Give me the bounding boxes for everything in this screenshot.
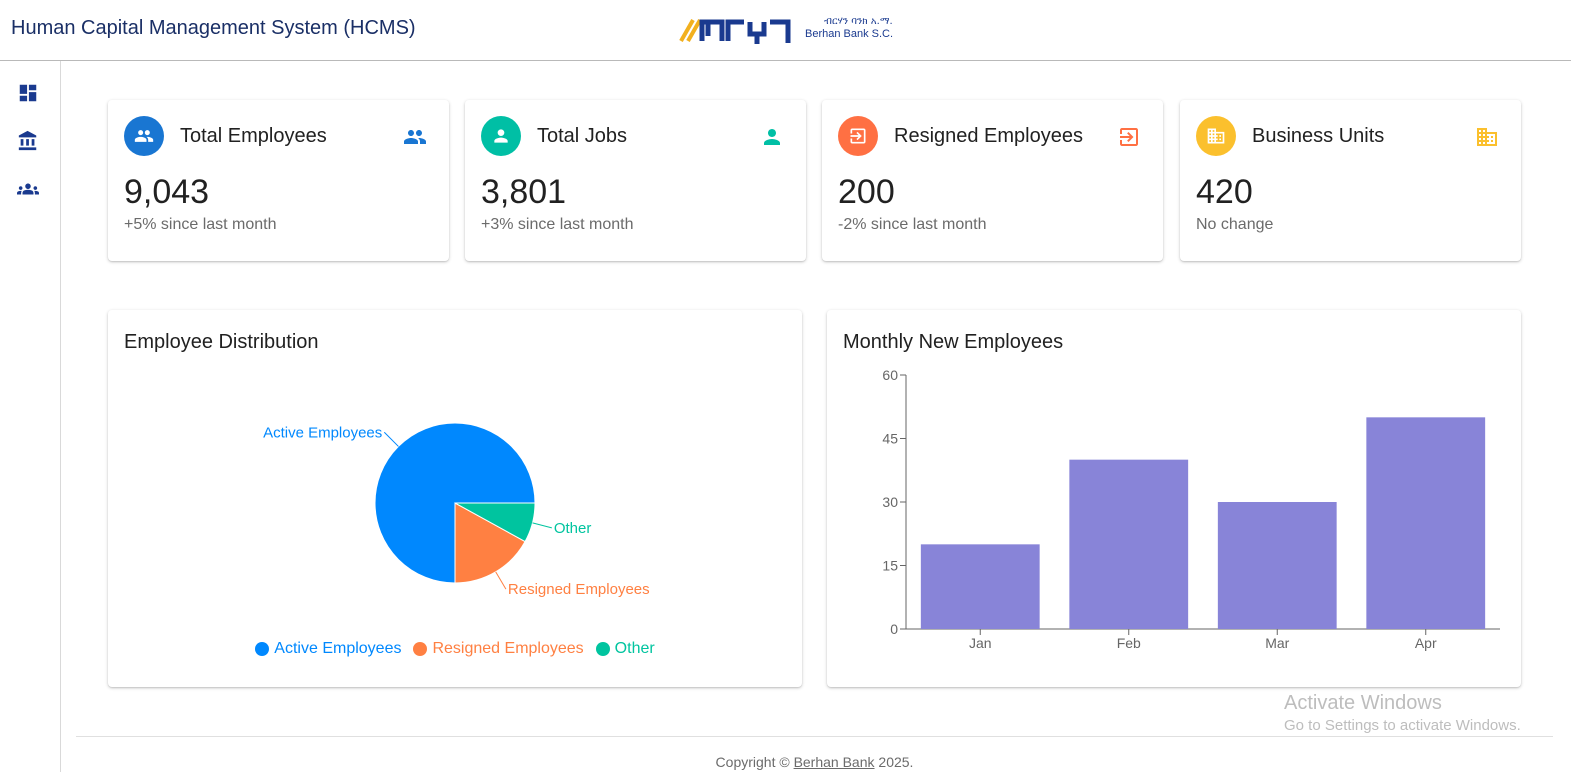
people-icon: [404, 130, 426, 144]
pie-label-line: [383, 431, 399, 447]
x-tick-label: Apr: [1415, 635, 1437, 651]
footer-copyright-prefix: Copyright ©: [715, 754, 794, 770]
stat-card-resigned-employees: Resigned Employees 200 -2% since last mo…: [822, 100, 1163, 261]
logo-amharic-text: ብርሃን ባንክ አ.ማ.: [824, 16, 893, 27]
legend-label: Resigned Employees: [432, 640, 584, 657]
pie-legend: Active Employees Resigned Employees Other: [108, 640, 802, 658]
exit-icon: [1120, 128, 1138, 146]
legend-swatch: [413, 642, 428, 656]
stat-title: Business Units: [1252, 125, 1385, 147]
app-title: Human Capital Management System (HCMS): [11, 17, 416, 39]
bar[interactable]: [920, 544, 1040, 629]
stat-change: -2% since last month: [838, 216, 987, 233]
stat-card-business-units: Business Units 420 No change: [1180, 100, 1521, 261]
y-tick-label: 45: [882, 431, 898, 447]
stat-avatar: [1196, 116, 1236, 156]
stat-change: No change: [1196, 216, 1274, 233]
bar[interactable]: [1217, 502, 1337, 629]
pie-slice-label: Resigned Employees: [508, 581, 650, 598]
stat-value: 3,801: [481, 173, 567, 211]
employee-distribution-pie-chart: Active Employees Resigned Employees Other: [263, 422, 650, 598]
legend-item[interactable]: Resigned Employees: [413, 640, 584, 658]
stat-title: Total Jobs: [537, 125, 628, 147]
stat-value: 200: [838, 173, 895, 211]
legend-item[interactable]: Active Employees: [255, 640, 401, 658]
bar[interactable]: [1366, 417, 1486, 629]
monthly-new-employees-card: Monthly New Employees 0 15 30 45 60 Jan Feb Mar…: [827, 310, 1521, 687]
footer-year: 2025.: [874, 754, 914, 770]
legend-swatch: [255, 642, 270, 656]
stat-change: +5% since last month: [124, 216, 277, 233]
pie-slice-label: Other: [554, 520, 592, 537]
building-icon: [1477, 128, 1497, 146]
activate-windows-subtitle: Go to Settings to activate Windows.: [1284, 717, 1521, 734]
stat-avatar: [124, 116, 164, 156]
legend-swatch: [595, 642, 610, 656]
legend-label: Active Employees: [274, 640, 402, 657]
footer: Copyright © Berhan Bank 2025.: [0, 754, 1571, 770]
pie-label-line: [532, 522, 552, 529]
stat-change: +3% since last month: [481, 216, 634, 233]
logo-english-text: Berhan Bank S.C.: [805, 28, 894, 40]
top-bar: Human Capital Management System (HCMS) ብ…: [0, 0, 1571, 61]
employee-distribution-card: Employee Distribution Active Employees Re…: [108, 310, 802, 687]
bank-icon: [18, 130, 37, 151]
person-icon: [494, 129, 508, 143]
bar[interactable]: [1069, 459, 1189, 629]
stat-card-total-employees: Total Employees 9,043 +5% since last mon…: [108, 100, 449, 261]
stat-avatar: [838, 116, 878, 156]
y-tick-label: 15: [882, 558, 898, 574]
stat-value: 9,043: [124, 173, 210, 211]
stat-avatar: [481, 116, 521, 156]
berhan-bank-logo[interactable]: ብርሃን ባንክ አ.ማ. Berhan Bank S.C.: [678, 8, 918, 48]
footer-link-berhan-bank[interactable]: Berhan Bank: [794, 754, 875, 770]
pie-label-line: [495, 571, 507, 590]
stat-title: Total Employees: [180, 125, 327, 147]
sidebar-item-employees[interactable]: [14, 175, 42, 203]
y-tick-label: 30: [882, 494, 898, 510]
activate-windows-title: Activate Windows: [1284, 692, 1442, 714]
sidebar-item-dashboard[interactable]: [14, 79, 42, 107]
legend-label: Other: [614, 640, 655, 657]
monthly-new-employees-bar-chart: 0 15 30 45 60 Jan Feb Mar Apr: [882, 367, 1500, 651]
people-icon: [134, 130, 154, 142]
sidebar-item-institution[interactable]: [14, 127, 42, 155]
legend-item[interactable]: Other: [595, 640, 655, 658]
exit-icon: [850, 128, 866, 144]
dashboard-icon: [19, 84, 37, 102]
groups-icon: [17, 183, 39, 195]
y-tick-label: 0: [890, 621, 898, 637]
person-icon: [764, 129, 780, 145]
y-tick-label: 60: [882, 367, 898, 383]
x-tick-label: Feb: [1117, 635, 1141, 651]
stat-card-total-jobs: Total Jobs 3,801 +3% since last month: [465, 100, 806, 261]
stat-value: 420: [1196, 173, 1253, 211]
pie-slice-label: Active Employees: [263, 424, 382, 441]
x-tick-label: Mar: [1265, 635, 1289, 651]
sidebar: [0, 61, 61, 772]
x-tick-label: Jan: [969, 635, 992, 651]
stat-title: Resigned Employees: [894, 125, 1083, 147]
logo-mark-icon: [679, 19, 791, 44]
building-icon: [1207, 128, 1225, 144]
footer-divider: [76, 736, 1553, 737]
